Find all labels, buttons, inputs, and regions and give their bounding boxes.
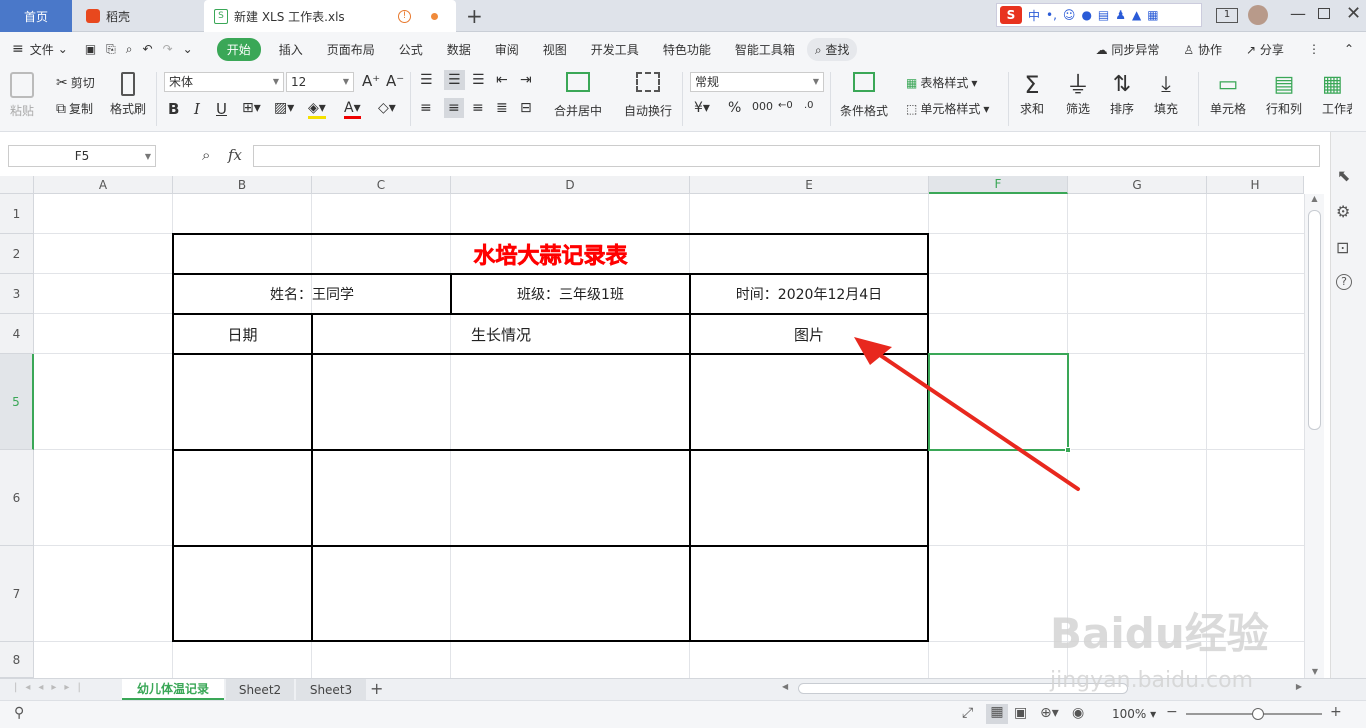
status-bar <box>0 700 1366 728</box>
annotation-arrow <box>854 337 1080 491</box>
arrow-shaft <box>872 349 1080 491</box>
add-sheet-icon[interactable]: + <box>370 679 383 698</box>
page-layout-view-icon[interactable]: ▣ <box>1014 705 1027 721</box>
header-date[interactable]: 日期 <box>173 314 312 354</box>
scroll-left-icon[interactable]: ◀ <box>782 682 788 691</box>
scroll-up-icon[interactable]: ▲ <box>1305 194 1324 208</box>
sheet-tab-2[interactable]: Sheet2 <box>226 679 294 700</box>
chevron-down-icon: ▾ <box>1150 707 1157 721</box>
cell-name[interactable]: 姓名：王同学 <box>173 274 451 314</box>
zoom-level[interactable]: 100% ▾ <box>1112 707 1156 721</box>
scroll-right-icon[interactable]: ▶ <box>1296 682 1302 691</box>
sheet-tab-3[interactable]: Sheet3 <box>296 679 366 700</box>
macro-icon[interactable]: ⚲ <box>14 705 24 721</box>
sheet-tab-1[interactable]: 幼儿体温记录 <box>122 679 224 700</box>
watermark-url: jingyan.baidu.com <box>1050 668 1254 693</box>
zoom-slider[interactable] <box>1186 708 1322 720</box>
vertical-scrollbar[interactable]: ▲ ▼ <box>1304 194 1324 678</box>
zoom-slider-thumb[interactable] <box>1252 708 1264 720</box>
page-break-view-icon[interactable]: ⊕▾ <box>1040 705 1059 721</box>
normal-view-icon[interactable]: ▦ <box>986 704 1008 724</box>
fullscreen-icon[interactable]: ⤢ <box>962 705 973 721</box>
eye-protection-icon[interactable]: ◉ <box>1072 705 1084 721</box>
sheet-nav[interactable]: |◂◂▸▸| <box>14 682 89 693</box>
zoom-out-icon[interactable]: − <box>1166 704 1178 720</box>
scroll-down-icon[interactable]: ▼ <box>1305 667 1325 676</box>
cell-class[interactable]: 班级：三年级1班 <box>451 274 690 314</box>
header-growth[interactable]: 生长情况 <box>312 314 690 354</box>
vertical-scroll-thumb[interactable] <box>1308 210 1321 430</box>
zoom-value: 100% <box>1112 707 1147 721</box>
watermark-brand: Baidu经验 <box>1050 609 1269 658</box>
cell-time[interactable]: 时间：2020年12月4日 <box>690 274 928 314</box>
table-title[interactable]: 水培大蒜记录表 <box>173 234 928 274</box>
zoom-in-icon[interactable]: + <box>1330 704 1342 720</box>
